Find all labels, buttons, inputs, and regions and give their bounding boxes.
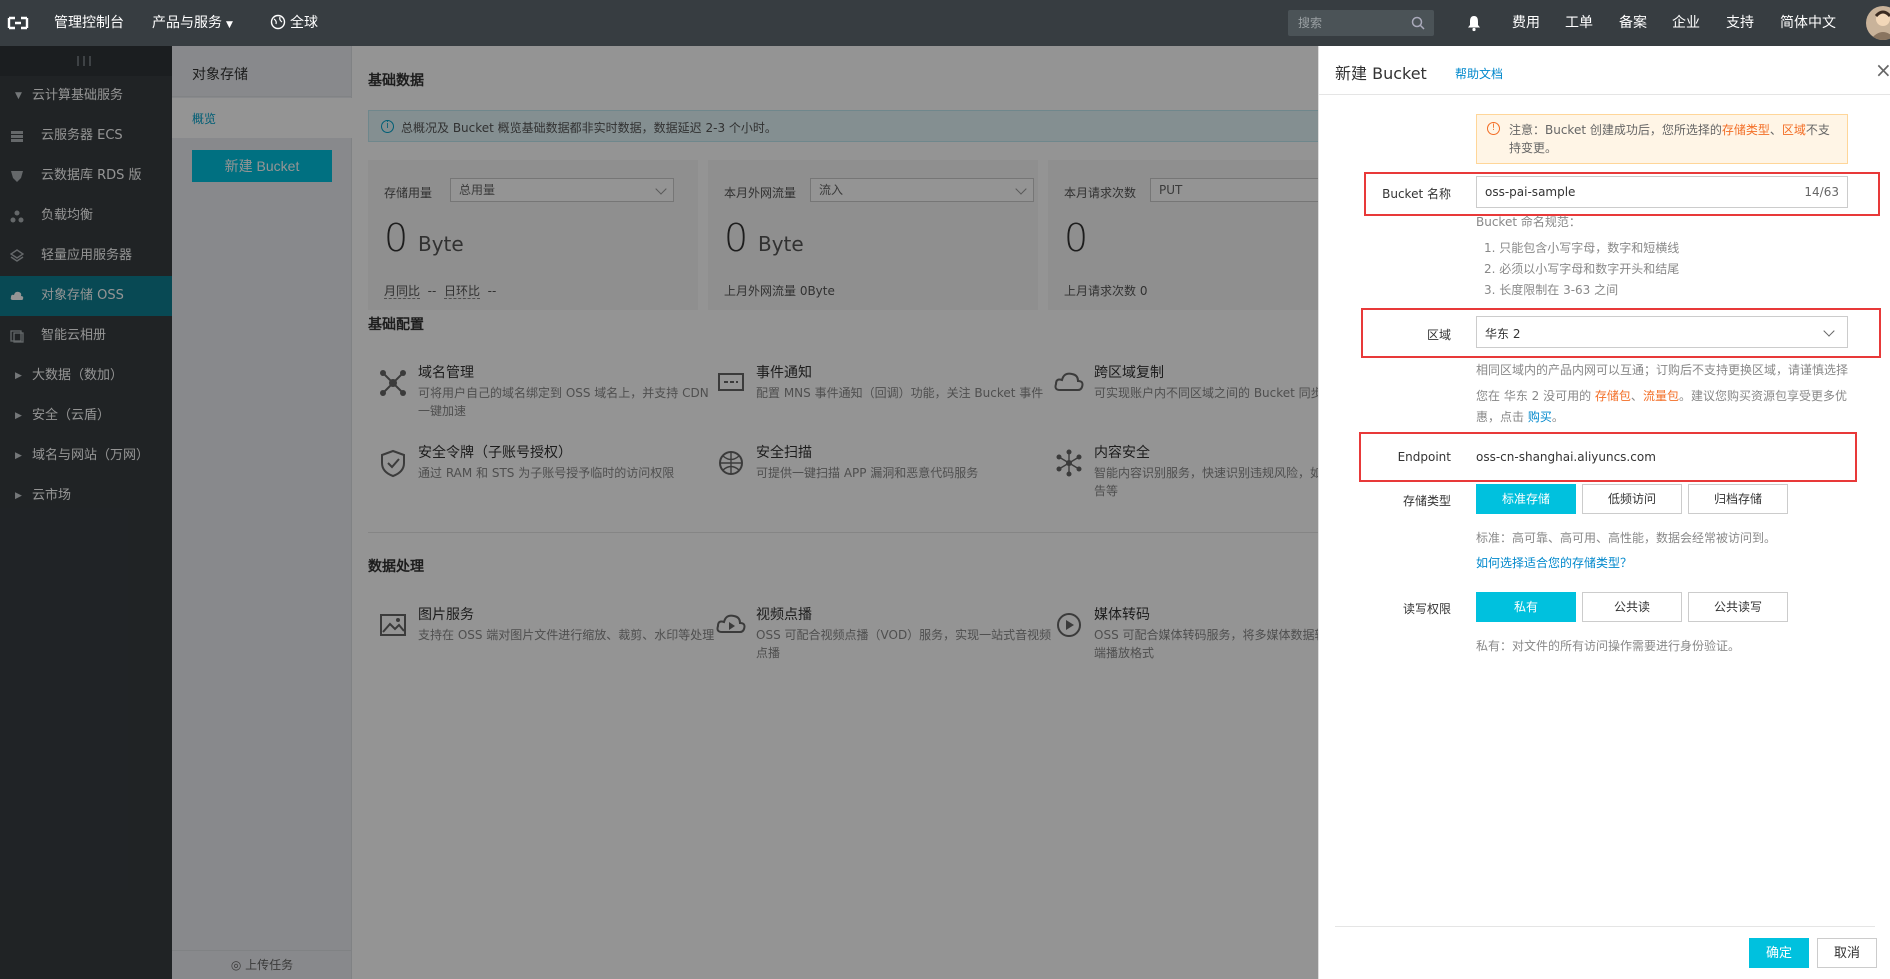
- warning-banner: ! 注意：Bucket 创建成功后，您所选择的存储类型、区域不支持变更。: [1476, 114, 1848, 164]
- traffic-package-link[interactable]: 流量包: [1643, 389, 1679, 403]
- search-icon[interactable]: [1410, 15, 1426, 31]
- region-select[interactable]: 华东 2: [1476, 316, 1848, 348]
- confirm-button[interactable]: 确定: [1749, 938, 1809, 968]
- new-bucket-drawer: 新建 Bucket 帮助文档 × ! 注意：Bucket 创建成功后，您所选择的…: [1318, 46, 1890, 979]
- caret-down-icon: ▼: [226, 20, 233, 30]
- naming-rule: 2. 必须以小写字母和数字开头和结尾: [1484, 262, 1680, 276]
- storage-package-link[interactable]: 存储包: [1595, 389, 1631, 403]
- bucket-name-value: oss-pai-sample: [1485, 185, 1576, 199]
- divider: [1335, 926, 1875, 927]
- bucket-name-label: Bucket 名称: [1382, 187, 1451, 201]
- bucket-name-input[interactable]: oss-pai-sample 14/63: [1476, 176, 1848, 208]
- naming-rule: 3. 长度限制在 3-63 之间: [1484, 283, 1619, 297]
- char-counter: 14/63: [1804, 185, 1839, 199]
- storage-ia-option[interactable]: 低频访问: [1582, 484, 1682, 514]
- icp-link[interactable]: 备案: [1619, 0, 1647, 46]
- chevron-down-icon: [1823, 325, 1835, 337]
- endpoint-value: oss-cn-shanghai.aliyuncs.com: [1476, 450, 1656, 464]
- acl-label: 读写权限: [1402, 602, 1451, 616]
- warning-text: 注意：Bucket 创建成功后，您所选择的存储类型、区域不支持变更。: [1509, 123, 1830, 155]
- acl-public-read-option[interactable]: 公共读: [1582, 592, 1682, 622]
- storage-type-help-link[interactable]: 如何选择适合您的存储类型？: [1476, 553, 1632, 574]
- storage-type-highlight: 存储类型: [1721, 123, 1770, 137]
- naming-rule: 1. 只能包含小写字母，数字和短横线: [1484, 241, 1680, 255]
- region-highlight: 区域: [1781, 123, 1806, 137]
- acl-hint: 私有：对文件的所有访问操作需要进行身份验证。: [1476, 639, 1741, 653]
- help-docs-link[interactable]: 帮助文档: [1455, 65, 1503, 82]
- support-link[interactable]: 支持: [1726, 0, 1754, 46]
- divider: [1319, 94, 1890, 95]
- storage-type-label: 存储类型: [1402, 494, 1451, 508]
- acl-public-read-write-option[interactable]: 公共读写: [1688, 592, 1788, 622]
- language-link[interactable]: 简体中文: [1780, 0, 1836, 46]
- billing-link[interactable]: 费用: [1512, 0, 1540, 46]
- products-menu[interactable]: 产品与服务 ▼: [152, 0, 233, 46]
- region-label: 区域: [1426, 328, 1451, 342]
- close-icon[interactable]: ×: [1875, 58, 1890, 82]
- storage-archive-option[interactable]: 归档存储: [1688, 484, 1788, 514]
- warning-icon: !: [1487, 122, 1500, 135]
- search-box[interactable]: [1288, 10, 1434, 36]
- search-input[interactable]: [1298, 10, 1408, 36]
- top-navbar: 管理控制台 产品与服务 ▼ 全球 费用 工单 备案 企业 支持 简体中文: [0, 0, 1890, 46]
- aliyun-logo-icon[interactable]: [6, 12, 30, 34]
- drawer-title: 新建 Bucket: [1335, 64, 1427, 83]
- storage-standard-option[interactable]: 标准存储: [1476, 484, 1576, 514]
- endpoint-label: Endpoint: [1397, 450, 1451, 464]
- globe-icon: [270, 14, 286, 30]
- modal-backdrop[interactable]: [0, 46, 1318, 979]
- region-selector[interactable]: 全球: [270, 0, 318, 46]
- resource-package-hint: 您在 华东 2 没可用的 存储包、流量包。建议您购买资源包享受更多优 惠，点击 购…: [1476, 389, 1847, 424]
- avatar[interactable]: [1866, 6, 1890, 40]
- products-menu-label: 产品与服务: [152, 15, 222, 31]
- region-label: 全球: [290, 15, 318, 31]
- console-link[interactable]: 管理控制台: [54, 0, 124, 46]
- storage-type-hint: 标准：高可靠、高可用、高性能，数据会经常被访问到。: [1476, 531, 1777, 545]
- ticket-link[interactable]: 工单: [1565, 0, 1593, 46]
- acl-private-option[interactable]: 私有: [1476, 592, 1576, 622]
- region-value: 华东 2: [1485, 327, 1521, 341]
- naming-rules-title: Bucket 命名规范：: [1476, 215, 1581, 229]
- enterprise-link[interactable]: 企业: [1672, 0, 1700, 46]
- cancel-button[interactable]: 取消: [1817, 938, 1877, 968]
- purchase-link[interactable]: 购买: [1528, 410, 1552, 424]
- region-hint: 相同区域内的产品内网可以互通；订购后不支持更换区域，请谨慎选择: [1476, 363, 1849, 377]
- bell-icon[interactable]: [1466, 14, 1482, 32]
